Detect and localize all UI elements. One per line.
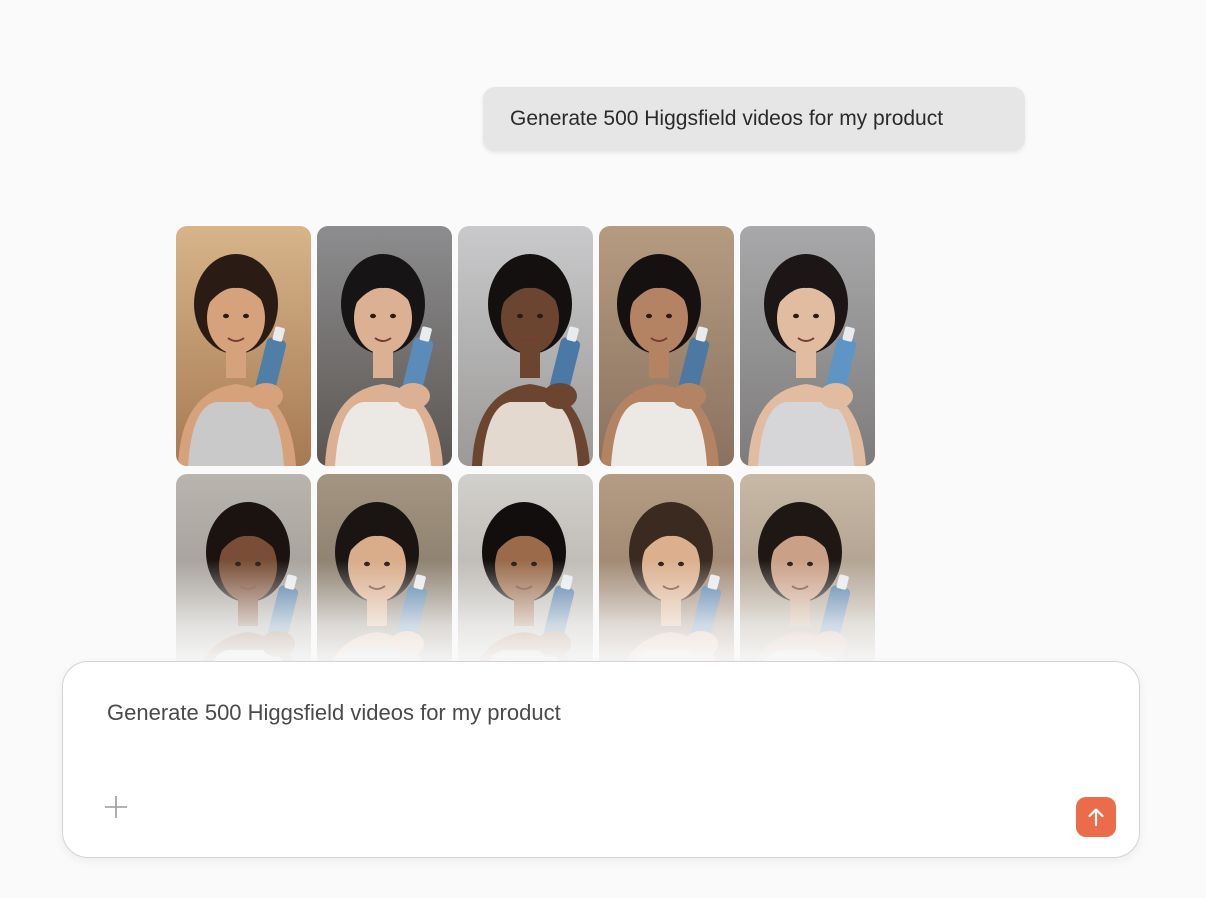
video-thumbnail[interactable] bbox=[740, 226, 875, 466]
person-holding-product-image bbox=[601, 254, 719, 466]
person-holding-product-image bbox=[748, 254, 866, 466]
plus-icon bbox=[105, 796, 127, 818]
add-attachment-button[interactable] bbox=[101, 792, 131, 822]
prompt-input[interactable] bbox=[107, 700, 1007, 726]
video-thumbnail[interactable] bbox=[317, 226, 452, 466]
prompt-composer bbox=[62, 661, 1140, 858]
arrow-up-icon bbox=[1088, 808, 1104, 827]
user-message-text: Generate 500 Higgsfield videos for my pr… bbox=[510, 107, 944, 130]
person-holding-product-image bbox=[325, 254, 443, 466]
person-holding-product-image bbox=[178, 254, 296, 466]
video-thumbnail[interactable] bbox=[599, 226, 734, 466]
video-thumbnail[interactable] bbox=[176, 226, 311, 466]
person-holding-product-image bbox=[472, 254, 590, 466]
video-results-grid bbox=[176, 226, 875, 714]
video-thumbnail[interactable] bbox=[458, 226, 593, 466]
user-message-bubble: Generate 500 Higgsfield videos for my pr… bbox=[483, 87, 1025, 151]
send-button[interactable] bbox=[1076, 797, 1116, 837]
